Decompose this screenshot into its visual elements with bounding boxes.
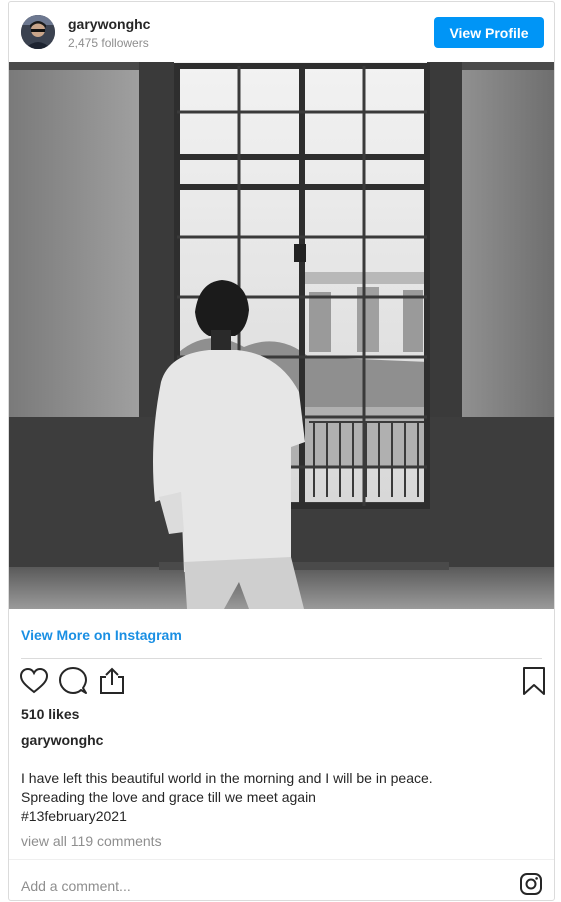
view-profile-button[interactable]: View Profile — [434, 17, 544, 48]
comment-icon[interactable] — [58, 666, 88, 696]
view-all-comments-link[interactable]: view all 119 comments — [21, 833, 162, 849]
instagram-embed-card: garywonghc 2,475 followers View Profile — [8, 1, 555, 901]
avatar[interactable] — [21, 15, 55, 49]
action-bar — [9, 666, 554, 700]
caption-line: Spreading the love and grace till we mee… — [21, 789, 316, 805]
divider — [21, 658, 542, 659]
post-header: garywonghc 2,475 followers View Profile — [9, 2, 554, 62]
avatar-image — [21, 15, 55, 49]
view-more-link[interactable]: View More on Instagram — [21, 627, 182, 643]
divider — [9, 859, 554, 860]
comment-input[interactable]: Add a comment... — [21, 878, 131, 894]
username[interactable]: garywonghc — [68, 16, 150, 32]
follower-count: 2,475 followers — [68, 36, 149, 50]
caption-hashtag[interactable]: #13february2021 — [21, 807, 541, 826]
post-photo[interactable] — [9, 62, 554, 609]
caption-username[interactable]: garywonghc — [21, 732, 103, 748]
caption-line: I have left this beautiful world in the … — [21, 770, 433, 786]
like-count[interactable]: 510 likes — [21, 706, 79, 722]
post-caption: I have left this beautiful world in the … — [21, 769, 541, 826]
heart-icon[interactable] — [19, 666, 49, 696]
post-photo-image — [9, 62, 554, 609]
bookmark-icon[interactable] — [519, 666, 549, 696]
share-icon[interactable] — [97, 666, 127, 696]
instagram-logo-icon[interactable] — [519, 872, 543, 896]
